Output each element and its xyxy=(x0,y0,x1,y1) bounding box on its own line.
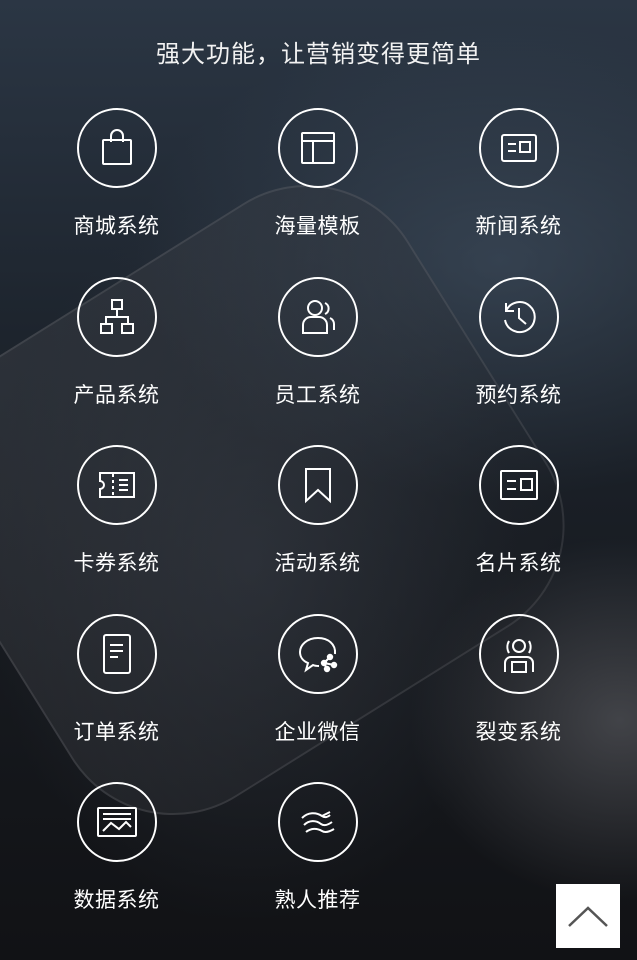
feature-label: 名片系统 xyxy=(475,551,562,575)
back-to-top-button[interactable] xyxy=(556,884,620,948)
business-card-icon xyxy=(478,445,559,525)
feature-wecom[interactable]: 企业微信 xyxy=(217,613,418,783)
feature-business-card-system[interactable]: 名片系统 xyxy=(418,445,619,614)
coupon-ticket-icon xyxy=(76,445,157,525)
bookmark-icon xyxy=(277,445,358,525)
clock-history-icon xyxy=(478,276,559,357)
chat-share-icon xyxy=(277,613,358,694)
news-card-icon xyxy=(478,108,559,188)
feature-mall-system[interactable]: 商城系统 xyxy=(16,108,217,277)
feature-referral[interactable]: 熟人推荐 xyxy=(217,782,418,951)
feature-staff-system[interactable]: 员工系统 xyxy=(217,276,418,446)
feature-order-system[interactable]: 订单系统 xyxy=(16,613,217,783)
org-chart-icon xyxy=(76,276,157,357)
feature-news-system[interactable]: 新闻系统 xyxy=(418,108,619,277)
feature-label: 产品系统 xyxy=(73,382,160,407)
feature-booking-system[interactable]: 预约系统 xyxy=(418,276,619,446)
feature-label: 商城系统 xyxy=(73,214,160,238)
feature-event-system[interactable]: 活动系统 xyxy=(217,445,418,614)
feature-data-system[interactable]: 数据系统 xyxy=(16,782,217,951)
template-layout-icon xyxy=(277,108,358,188)
chevron-up-icon xyxy=(568,906,608,927)
feature-label: 订单系统 xyxy=(73,719,160,744)
feature-label: 海量模板 xyxy=(274,214,361,238)
feature-product-system[interactable]: 产品系统 xyxy=(16,276,217,446)
handshake-icon xyxy=(277,782,358,862)
feature-label: 裂变系统 xyxy=(475,719,562,744)
data-chart-icon xyxy=(76,782,157,862)
fission-user-icon xyxy=(478,613,559,694)
feature-templates[interactable]: 海量模板 xyxy=(217,108,418,277)
shopping-bag-icon xyxy=(76,108,157,188)
order-document-icon xyxy=(76,613,157,694)
feature-label: 数据系统 xyxy=(73,888,160,912)
feature-label: 企业微信 xyxy=(274,719,361,744)
feature-label: 预约系统 xyxy=(475,382,562,407)
feature-coupon-system[interactable]: 卡券系统 xyxy=(16,445,217,614)
feature-label: 熟人推荐 xyxy=(274,888,361,912)
staff-users-icon xyxy=(277,276,358,357)
feature-label: 活动系统 xyxy=(274,551,361,575)
feature-grid: 商城系统 海量模板 新闻系统 产品系统 员工系统 预约系统 卡券系统 活动系统 … xyxy=(16,108,620,951)
page-title: 强大功能，让营销变得更简单 xyxy=(156,40,481,68)
feature-label: 员工系统 xyxy=(274,382,361,407)
feature-label: 新闻系统 xyxy=(475,214,562,238)
feature-label: 卡券系统 xyxy=(73,551,160,575)
feature-fission-system[interactable]: 裂变系统 xyxy=(418,613,619,783)
